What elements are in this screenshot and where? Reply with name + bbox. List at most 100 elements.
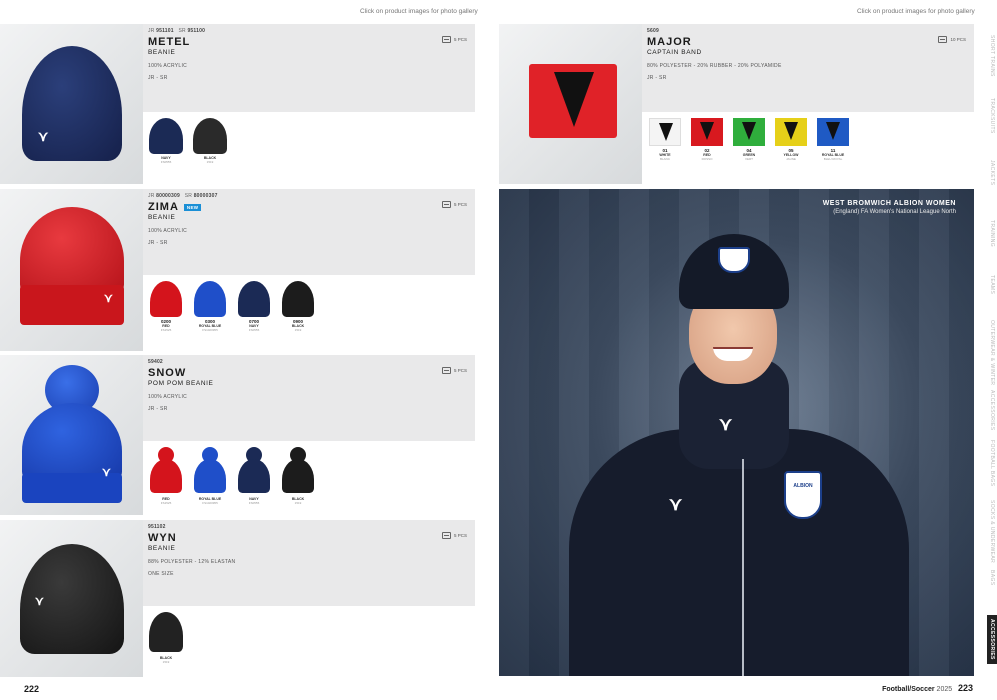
product-material: 100% ACRYLIC — [148, 63, 188, 69]
product-name: SNOW — [148, 367, 187, 379]
hero-subtitle: (England) FA Women's National League Nor… — [833, 209, 956, 215]
swatch-item[interactable]: NAVY FS0555 — [236, 447, 272, 515]
product-snow: ⋎ 59402 SNOW POM POM BEANIE 100% ACRYLIC… — [0, 355, 475, 515]
product-photo-wyn[interactable]: ⋎ — [0, 520, 143, 677]
captain-band-logo — [742, 122, 756, 140]
product-name: WYN — [148, 532, 177, 544]
product-type: BEANIE — [148, 49, 176, 56]
beanie-swatch — [150, 459, 182, 493]
product-material: 88% POLYESTER - 12% ELASTAN — [148, 559, 236, 565]
zipper — [742, 459, 744, 676]
side-tab[interactable]: TEAMS — [989, 275, 995, 294]
crest-text: ALBION — [793, 483, 813, 489]
side-tab[interactable]: SOCKS & UNDERWEAR — [989, 500, 995, 563]
swatch-item[interactable]: ROYAL BLUE FS1020955 — [192, 447, 228, 515]
brand-logo-icon: ⋎ — [669, 494, 683, 514]
box-icon — [441, 367, 451, 374]
beanie-swatch — [238, 459, 270, 493]
beanie-swatch — [282, 281, 314, 317]
box-icon — [441, 36, 451, 43]
footer-right: Football/Soccer 2025 223 — [882, 683, 973, 693]
brand-logo-icon: ⋎ — [104, 291, 113, 305]
swatch-item[interactable]: 0200 RED FS1525 — [148, 281, 184, 351]
hero-photo[interactable]: ALBION ⋎ ⋎ WEST BROMWICH ALBION WOMEN (E… — [499, 189, 974, 676]
beanie-swatch — [193, 118, 227, 154]
side-tab[interactable]: JACKETS — [989, 160, 995, 185]
hero-title: WEST BROMWICH ALBION WOMEN — [822, 200, 956, 207]
product-major: 5609 MAJOR CAPTAIN BAND 80% POLYESTER - … — [499, 24, 974, 184]
pack-quantity: 5 PCS — [441, 532, 467, 539]
product-photo-zima[interactable]: ⋎ — [0, 189, 143, 351]
beanie-image — [19, 207, 124, 297]
box-icon — [441, 201, 451, 208]
product-sizes: JR - SR — [148, 75, 168, 81]
club-crest-icon — [718, 247, 750, 273]
color-swatches: 0200 RED FS1525 0300 ROYAL BLUE FS102095… — [143, 275, 475, 351]
product-sizes: JR - SR — [148, 406, 168, 412]
swatch-item[interactable]: 0300 ROYAL BLUE FS1020955 — [192, 281, 228, 351]
product-type: BEANIE — [148, 545, 176, 552]
product-sizes: ONE SIZE — [148, 571, 174, 577]
brand-logo-icon — [554, 72, 594, 127]
swatch-item[interactable]: BLACK 1519 — [192, 118, 228, 184]
beanie-image — [21, 46, 122, 161]
beanie-swatch — [149, 612, 183, 652]
pack-quantity: 5 PCS — [441, 367, 467, 374]
swatch-item[interactable]: BLACK 1519 — [148, 612, 184, 677]
brand-logo-icon: ⋎ — [102, 465, 111, 479]
captain-band-logo — [659, 123, 673, 141]
beanie-swatch — [282, 459, 314, 493]
side-tab[interactable]: BAGS — [989, 570, 995, 586]
swatch-item[interactable]: 04 GREEN VERT — [731, 118, 767, 184]
side-tab[interactable]: TRACKSUITS — [989, 98, 995, 134]
product-zima: ⋎ JR 80000309 SR 80000307 ZIMA NEW BEANIE… — [0, 189, 475, 351]
brand-logo-collar-icon: ⋎ — [719, 414, 733, 434]
product-type: CAPTAIN BAND — [647, 49, 702, 56]
swatch-item[interactable]: RED FS1525 — [148, 447, 184, 515]
side-tab[interactable]: ACCESSORIES — [989, 390, 995, 431]
product-codes: 951102 — [148, 524, 166, 530]
swatch-item[interactable]: 01 WHITE BLANC — [647, 118, 683, 184]
color-swatches: BLACK 1519 — [143, 606, 475, 677]
side-tabs: SHORT TRAINS TRACKSUITS JACKETS TRAINING… — [981, 20, 997, 675]
club-crest-chest-icon: ALBION — [784, 471, 822, 519]
product-wyn: ⋎ 951102 WYN BEANIE 88% POLYESTER - 12% … — [0, 520, 475, 677]
pack-quantity: 10 PCS — [938, 36, 966, 43]
side-tab-active[interactable]: ACCESSORIES — [987, 615, 997, 664]
product-photo-snow[interactable]: ⋎ — [0, 355, 143, 515]
product-material: 100% ACRYLIC — [148, 228, 188, 234]
color-swatches: NAVY FS0555 BLACK 1519 — [143, 112, 475, 184]
captain-band-logo — [700, 122, 714, 140]
side-tab[interactable]: OUTERWEAR & WINTER — [989, 320, 995, 385]
swatch-item[interactable]: 0900 BLACK 1519 — [280, 281, 316, 351]
product-type: POM POM BEANIE — [148, 380, 214, 387]
captain-band-logo — [784, 122, 798, 140]
side-tab[interactable]: FOOTBALL BAGS — [989, 440, 995, 486]
swatch-item[interactable]: 02 RED ROSSO — [689, 118, 725, 184]
product-material: 80% POLYESTER - 20% RUBBER - 20% POLYAMI… — [647, 63, 782, 69]
swatch-item[interactable]: BLACK 1519 — [280, 447, 316, 515]
beanie-swatch — [194, 459, 226, 493]
product-photo-major[interactable] — [499, 24, 642, 184]
product-codes: 59402 — [148, 359, 163, 365]
beanie-swatch — [194, 281, 226, 317]
footer-year: 2025 — [936, 686, 953, 693]
page-number-left: 222 — [24, 684, 40, 694]
product-material: 100% ACRYLIC — [148, 394, 188, 400]
product-codes: 5609 — [647, 28, 659, 34]
side-tab[interactable]: SHORT TRAINS — [989, 35, 995, 77]
product-name: METEL — [148, 36, 191, 48]
product-photo-metel[interactable]: ⋎ — [0, 24, 143, 184]
page-number-right: 223 — [957, 683, 973, 693]
beanie-swatch — [150, 281, 182, 317]
swatch-item[interactable]: 0700 NAVY FS0555 — [236, 281, 272, 351]
side-tab[interactable]: TRAINING — [989, 220, 995, 247]
beanie-swatch — [238, 281, 270, 317]
swatch-item[interactable]: 11 ROYAL BLUE BLEU ROYAL — [815, 118, 851, 184]
swatch-item[interactable]: NAVY FS0555 — [148, 118, 184, 184]
pack-quantity: 5 PCS — [441, 201, 467, 208]
brand-logo-icon: ⋎ — [35, 594, 44, 608]
product-codes: JR 80000309 SR 80000307 — [148, 193, 218, 199]
gallery-hint-right: Click on product images for photo galler… — [857, 8, 975, 15]
swatch-item[interactable]: 05 YELLOW JAUNE — [773, 118, 809, 184]
